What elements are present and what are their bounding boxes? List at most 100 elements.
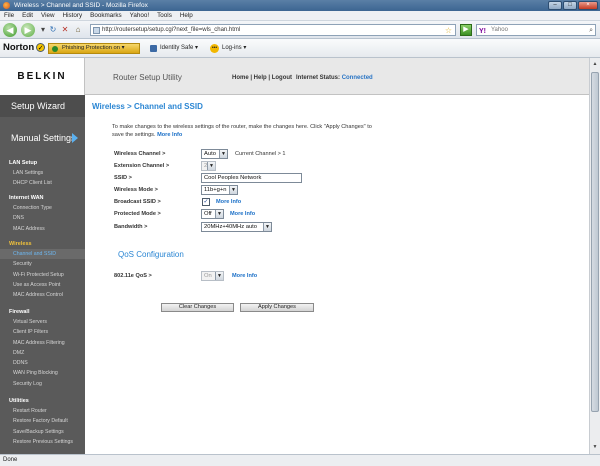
bandwidth-select[interactable]: 20MHz+40MHz auto ▼ [201,222,272,232]
nav-head-internet-wan[interactable]: Internet WAN [0,193,85,203]
minimize-icon[interactable]: – [548,1,562,10]
wireless-mode-value: 11b+g+n [204,187,227,193]
reload-icon[interactable]: ↻ [48,25,58,35]
sidebar-item-lan-settings[interactable]: LAN Settings [0,168,85,178]
menu-file[interactable]: File [4,11,14,20]
identity-label: Identity Safe [160,45,194,51]
sidebar-item-channel-and-ssid[interactable]: Channel and SSID [0,249,85,260]
arrow-right-icon [72,133,78,143]
scroll-down-icon[interactable]: ▼ [591,442,599,452]
sidebar-item-wifi-protected-setup[interactable]: Wi-Fi Protected Setup [0,270,85,280]
sidebar-item-mac-address-filtering[interactable]: MAC Address Filtering [0,338,85,348]
wireless-channel-select[interactable]: Auto ▼ [201,149,228,159]
phishing-protection-button[interactable]: Phishing Protection on ▾ [48,43,140,54]
sidebar-item-use-as-access-point[interactable]: Use as Access Point [0,280,85,290]
nav-head-lan-setup[interactable]: LAN Setup [0,158,85,168]
ssid-input[interactable]: Cool Peoples Network [201,173,302,183]
sidebar-item-save-backup-settings[interactable]: Save/Backup Settings [0,427,85,437]
broadcast-ssid-label: Broadcast SSID > [114,199,161,205]
sidebar-item-dns[interactable]: DNS [0,213,85,223]
protected-mode-select[interactable]: Off ▼ [201,209,224,219]
router-header: BELKIN Router Setup Utility Home | Help … [0,58,589,95]
address-bar[interactable]: http://routersetup/setup.cgi?next_file=w… [90,24,456,36]
utility-title: Router Setup Utility [113,73,182,82]
top-links[interactable]: Home | Help | Logout [232,75,292,81]
norton-logo: Norton ✓ [3,42,46,53]
login-icon: ••• [210,44,219,53]
sidebar-item-wan-ping-blocking[interactable]: WAN Ping Blocking [0,368,85,378]
magnifier-icon[interactable]: ⌕ [589,25,593,36]
manual-settings-label: Manual Settings [11,133,76,143]
broadcast-ssid-checkbox[interactable]: ✓ [202,198,210,206]
close-icon[interactable]: × [578,1,598,10]
menu-yahoo[interactable]: Yahoo! [130,11,150,20]
yahoo-search-icon: Y! [479,28,486,35]
window-title: Wireless > Channel and SSID - Mozilla Fi… [14,2,148,9]
qos-section-title: QoS Configuration [118,250,184,259]
ssid-value: Cool Peoples Network [204,175,262,181]
bookmark-star-icon[interactable]: ☆ [445,25,452,36]
menu-help[interactable]: Help [180,11,193,20]
intro-body: To make changes to the wireless settings… [112,124,372,138]
chevron-down-icon: ▼ [219,150,227,158]
wireless-channel-value: Auto [204,151,216,157]
menu-bookmarks[interactable]: Bookmarks [90,11,122,20]
sidebar-item-security-log[interactable]: Security Log [0,379,85,389]
scroll-thumb[interactable] [591,72,599,412]
sidebar-item-dmz[interactable]: DMZ [0,348,85,358]
sidebar-item-restart-router[interactable]: Restart Router [0,406,85,416]
clear-changes-button[interactable]: Clear Changes [161,303,234,312]
protected-mode-more-info-link[interactable]: More Info [230,211,255,217]
nav-head-utilities[interactable]: Utilities [0,396,85,406]
intro-more-info-link[interactable]: More Info [157,132,182,138]
stop-icon[interactable]: ✕ [60,25,70,35]
menu-edit[interactable]: Edit [22,11,33,20]
setup-wizard-link[interactable]: Setup Wizard [0,95,85,117]
belkin-logo: BELKIN [0,58,85,95]
sidebar-item-mac-address[interactable]: MAC Address [0,224,85,234]
history-dropdown-icon[interactable]: ▾ [38,25,48,35]
sidebar-item-restore-previous-settings[interactable]: Restore Previous Settings [0,437,85,447]
manual-settings-link[interactable]: Manual Settings [0,127,85,149]
norton-check-icon: ✓ [36,43,46,52]
wireless-mode-select[interactable]: 11b+g+n ▼ [201,185,238,195]
menu-tools[interactable]: Tools [157,11,172,20]
nav-head-wireless[interactable]: Wireless [0,239,85,249]
back-icon[interactable]: ◀ [3,23,17,37]
wireless-mode-label: Wireless Mode > [114,187,158,193]
nav-group-wireless: Wireless Channel and SSID Security Wi-Fi… [0,239,85,300]
menu-bar: File Edit View History Bookmarks Yahoo! … [0,11,600,21]
forward-icon[interactable]: ▶ [21,23,35,37]
vertical-scrollbar[interactable]: ▲ ▼ [589,58,600,454]
bandwidth-value: 20MHz+40MHz auto [204,224,258,230]
sidebar-item-virtual-servers[interactable]: Virtual Servers [0,317,85,327]
window-controls: – □ × [548,1,598,10]
menu-history[interactable]: History [63,11,83,20]
menu-view[interactable]: View [41,11,55,20]
sidebar-item-security[interactable]: Security [0,259,85,269]
status-bar: Done [0,454,600,466]
go-icon[interactable]: ▶ [460,24,472,36]
qos-more-info-link[interactable]: More Info [232,273,257,279]
sidebar-item-client-ip-filters[interactable]: Client IP Filters [0,327,85,337]
search-box[interactable]: Y! Yahoo ⌕ [476,24,596,36]
extension-channel-select[interactable]: 2 ▼ [201,161,216,171]
search-placeholder: Yahoo [491,27,508,33]
qos-select[interactable]: On ▼ [201,271,224,281]
sidebar-item-mac-address-control[interactable]: MAC Address Control [0,290,85,300]
maximize-icon[interactable]: □ [563,1,577,10]
nav-head-firewall[interactable]: Firewall [0,307,85,317]
broadcast-ssid-more-info-link[interactable]: More Info [216,199,241,205]
login-button[interactable]: ••• Log-ins ▾ [210,44,246,53]
home-icon[interactable]: ⌂ [73,25,83,35]
chevron-down-icon: ▼ [229,186,237,194]
apply-changes-button[interactable]: Apply Changes [240,303,314,312]
sidebar-item-connection-type[interactable]: Connection Type [0,203,85,213]
bandwidth-label: Bandwidth > [114,224,148,230]
scroll-up-icon[interactable]: ▲ [591,59,599,69]
internet-status-value: Connected [341,75,373,81]
sidebar-item-dhcp-client-list[interactable]: DHCP Client List [0,178,85,188]
sidebar-item-restore-factory-default[interactable]: Restore Factory Default [0,416,85,426]
sidebar-item-ddns[interactable]: DDNS [0,358,85,368]
identity-safe-button[interactable]: Identity Safe ▾ [150,44,198,53]
